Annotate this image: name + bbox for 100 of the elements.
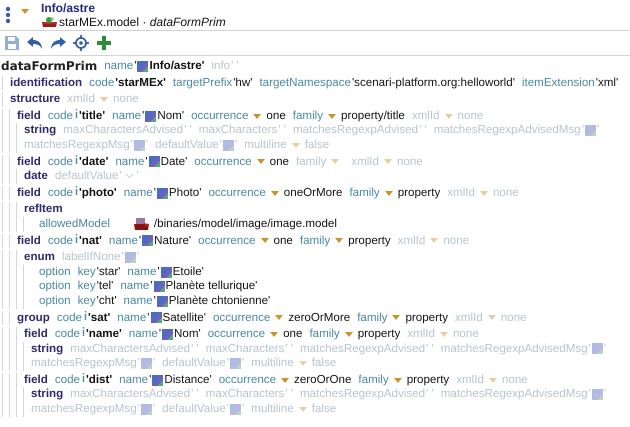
attribute-name: multiline xyxy=(244,138,287,153)
attribute-value[interactable]: Date' xyxy=(160,154,188,170)
attribute-value[interactable]: Satellite' xyxy=(162,310,206,326)
attribute-value[interactable]: zeroOrOne xyxy=(294,372,352,388)
dropdown-caret-icon[interactable] xyxy=(298,406,307,412)
attribute-value[interactable]: 'hw' xyxy=(233,76,252,90)
dropdown-caret-icon[interactable] xyxy=(292,142,300,148)
attribute-name: matchesRegexpAdvised xyxy=(293,123,418,138)
attribute-value[interactable]: 'xml' xyxy=(596,76,618,90)
dropdown-caret-icon[interactable] xyxy=(100,96,108,102)
attribute-value[interactable]: 'tel' xyxy=(96,279,114,294)
info-icon xyxy=(74,109,78,118)
element-name: structure xyxy=(10,92,60,107)
quote-mark: ' xyxy=(154,186,156,200)
attribute-name: code xyxy=(54,327,80,342)
attribute-name: key xyxy=(78,279,96,294)
element-name: string xyxy=(31,387,64,402)
dropdown-caret-icon[interactable] xyxy=(444,114,453,119)
attribute-value[interactable]: 'nat' xyxy=(78,234,102,248)
dropdown-caret-icon[interactable] xyxy=(392,315,400,320)
chevron-down-icon[interactable] xyxy=(124,173,134,180)
dropdown-caret-icon[interactable] xyxy=(440,332,448,337)
attribute-value[interactable]: 'date' xyxy=(78,154,108,170)
attribute-value[interactable]: property xyxy=(406,372,450,388)
quote-mark: ' xyxy=(119,169,122,184)
attribute-value[interactable]: Nature' xyxy=(154,234,192,248)
attribute-value[interactable]: 'dist' xyxy=(86,372,112,388)
attribute-name: xmlId xyxy=(447,186,475,200)
attribute-name: name xyxy=(120,279,150,294)
dropdown-caret-icon[interactable] xyxy=(488,378,497,383)
dropdown-caret-icon[interactable] xyxy=(298,361,307,366)
attribute-value[interactable]: Planète chtonienne' xyxy=(168,294,270,308)
element-name: field xyxy=(24,372,48,388)
attribute-value[interactable]: zeroOrMore xyxy=(288,310,350,326)
dropdown-caret-icon[interactable] xyxy=(335,238,344,244)
attribute-name: key xyxy=(78,294,96,308)
attribute-name: matchesRegexpMsg xyxy=(31,356,137,371)
attribute-value[interactable]: 'star' xyxy=(96,264,120,280)
attribute-value[interactable]: Planète tellurique' xyxy=(166,279,258,294)
attribute-value[interactable]: Nom' xyxy=(157,108,184,124)
dropdown-caret-icon[interactable] xyxy=(331,159,340,164)
attribute-value[interactable]: Photo' xyxy=(168,186,202,200)
attribute-name: defaultValue xyxy=(155,138,219,153)
dropdown-caret-icon[interactable] xyxy=(260,238,268,244)
dropdown-caret-icon[interactable] xyxy=(253,114,262,119)
document-title: Info/astre xyxy=(41,1,96,15)
attribute-value[interactable]: oneOrMore xyxy=(284,186,342,200)
menu-icon[interactable] xyxy=(5,6,11,24)
element-name: field xyxy=(24,327,48,342)
attribute-value[interactable]: Info/astre' xyxy=(149,59,204,74)
element-name: identification xyxy=(10,76,82,90)
dropdown-caret-icon[interactable] xyxy=(344,332,353,337)
dropdown-caret-icon[interactable] xyxy=(281,378,290,383)
attribute-value[interactable]: Distance' xyxy=(164,372,212,388)
attribute-name: family xyxy=(300,234,330,248)
attribute-value[interactable]: 'title' xyxy=(78,108,106,124)
attribute-value[interactable]: property xyxy=(348,234,391,248)
attribute-value[interactable]: Nom' xyxy=(174,327,201,342)
info-icon xyxy=(84,310,87,320)
dropdown-caret-icon[interactable] xyxy=(275,315,284,320)
attribute-value[interactable]: property xyxy=(398,186,440,200)
dropdown-caret-icon[interactable] xyxy=(480,190,488,196)
attribute-value[interactable]: one xyxy=(283,327,302,342)
attribute-value[interactable]: 'starMEx' xyxy=(115,76,166,90)
element-name: enum xyxy=(24,250,55,265)
dropdown-caret-icon[interactable] xyxy=(488,315,496,320)
attribute-value[interactable]: one xyxy=(270,154,289,170)
attribute-value[interactable]: property/title xyxy=(341,108,405,124)
attribute-value[interactable]: 'photo' xyxy=(78,186,117,200)
info-icon xyxy=(74,186,78,196)
attribute-name: code xyxy=(54,372,80,388)
dropdown-caret-icon[interactable] xyxy=(384,159,392,164)
translation-icon xyxy=(584,125,596,136)
attribute-value[interactable]: 'cht' xyxy=(96,294,117,308)
target-button[interactable] xyxy=(72,34,90,52)
attribute-value[interactable]: property xyxy=(405,310,448,326)
dropdown-caret-icon[interactable] xyxy=(430,238,438,244)
translation-icon xyxy=(152,374,164,386)
attribute-value[interactable]: one xyxy=(274,234,293,248)
attribute-value[interactable]: property xyxy=(358,327,400,342)
attribute-value[interactable]: 'scenari-platform.org:helloworld' xyxy=(352,76,515,90)
attribute-name: occurrence xyxy=(191,108,248,124)
dropdown-caret-icon[interactable] xyxy=(394,378,402,383)
caret-icon[interactable] xyxy=(21,8,29,14)
dropdown-caret-icon[interactable] xyxy=(270,332,278,337)
info-icon xyxy=(74,154,78,164)
attribute-value[interactable]: one xyxy=(266,108,286,124)
model-path[interactable]: /binaries/model/image/image.model xyxy=(154,216,337,232)
dropdown-caret-icon[interactable] xyxy=(384,190,393,196)
attribute-value[interactable]: Etoile' xyxy=(172,264,204,280)
attribute-name: maxCharactersAdvised xyxy=(70,387,190,402)
dropdown-caret-icon[interactable] xyxy=(328,114,336,119)
attribute-value[interactable]: 'sat' xyxy=(88,310,110,326)
dropdown-caret-icon[interactable] xyxy=(270,190,279,196)
dropdown-caret-icon[interactable] xyxy=(256,159,265,164)
attribute-value[interactable]: 'name' xyxy=(86,327,122,342)
element-name: field xyxy=(17,186,41,200)
attribute-name: code xyxy=(56,310,82,326)
attribute-name: defaultValue xyxy=(162,356,226,371)
add-button[interactable] xyxy=(95,34,113,52)
